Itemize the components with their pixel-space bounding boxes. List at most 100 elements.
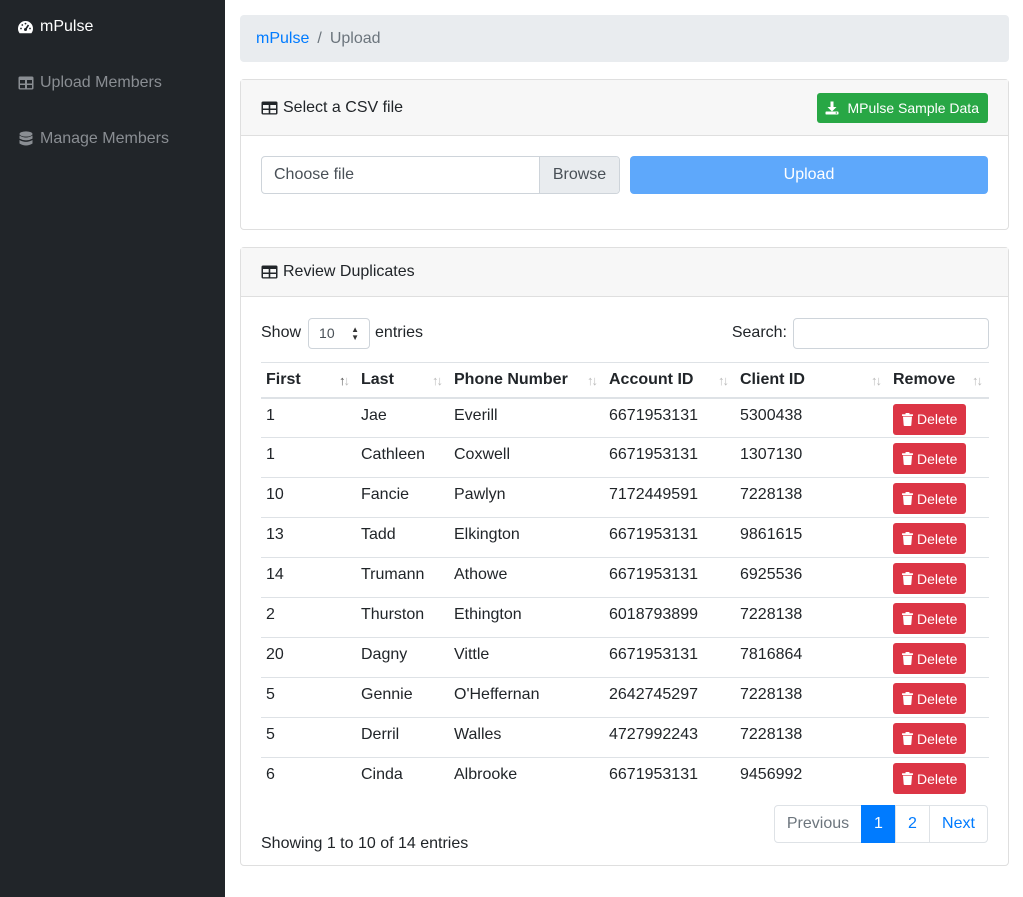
- cell-phone: Walles: [449, 717, 604, 758]
- column-header-last[interactable]: Last ↑↓: [356, 362, 449, 399]
- browse-button[interactable]: Browse: [539, 157, 619, 193]
- table-row: 6 Cinda Albrooke 6671953131 9456992 Delete: [261, 757, 989, 798]
- cell-first: 2: [261, 597, 356, 638]
- cell-first: 20: [261, 637, 356, 678]
- cell-last: Trumann: [356, 557, 449, 598]
- cell-last: Derril: [356, 717, 449, 758]
- delete-button[interactable]: Delete: [893, 523, 967, 554]
- file-input[interactable]: Choose file Browse: [261, 156, 620, 194]
- pagination-page-2[interactable]: 2: [895, 805, 930, 843]
- sidebar-item-upload-members[interactable]: Upload Members: [17, 72, 162, 94]
- sample-data-button[interactable]: MPulse Sample Data: [817, 93, 988, 123]
- cell-phone: Vittle: [449, 637, 604, 678]
- delete-button[interactable]: Delete: [893, 763, 967, 794]
- delete-button[interactable]: Delete: [893, 683, 967, 714]
- upload-button[interactable]: Upload: [630, 156, 988, 194]
- column-header-remove[interactable]: Remove ↑↓: [888, 362, 989, 399]
- pagination-page-1[interactable]: 1: [861, 805, 896, 843]
- brand-label: mPulse: [40, 18, 94, 35]
- delete-button[interactable]: Delete: [893, 483, 967, 514]
- breadcrumb-home-link[interactable]: mPulse: [256, 30, 309, 48]
- cell-last: Tadd: [356, 517, 449, 558]
- sort-icon: ↑↓: [587, 373, 598, 388]
- cell-client-id: 7228138: [735, 597, 888, 638]
- search-input[interactable]: [793, 317, 989, 349]
- upload-card-header: Select a CSV file MPulse Sample Data: [241, 80, 1008, 136]
- duplicates-card: Review Duplicates Show 10 ▲ ▼ entries Sea…: [240, 247, 1009, 866]
- trash-icon: [902, 492, 913, 505]
- delete-button[interactable]: Delete: [893, 723, 967, 754]
- table-row: 5 Gennie O'Heffernan 2642745297 7228138 Delet…: [261, 677, 989, 718]
- column-header-client-id[interactable]: Client ID ↑↓: [735, 362, 888, 399]
- cell-remove: Delete: [888, 757, 989, 798]
- cell-client-id: 9861615: [735, 517, 888, 558]
- column-header-phone[interactable]: Phone Number ↑↓: [449, 362, 604, 399]
- cell-account-id: 6018793899: [604, 597, 735, 638]
- cell-last: Cathleen: [356, 437, 449, 478]
- delete-label: Delete: [917, 490, 958, 507]
- table-row: 5 Derril Walles 4727992243 7228138 Delete: [261, 717, 989, 758]
- upload-card: Select a CSV file MPulse Sample Data Cho…: [240, 79, 1009, 230]
- cell-first: 1: [266, 406, 275, 424]
- main-content: mPulse / Upload Select a CSV file MPulse…: [240, 15, 1009, 866]
- cell-remove: Delete: [888, 477, 989, 518]
- cell-phone: O'Heffernan: [449, 677, 604, 718]
- select-arrows-icon: ▲ ▼: [351, 324, 360, 342]
- cell-remove: Delete: [888, 597, 989, 638]
- cell-client-id: 7228138: [735, 677, 888, 718]
- breadcrumb-current: Upload: [329, 29, 381, 47]
- cell-account-id: 7172449591: [604, 477, 735, 518]
- cell-remove: Delete: [888, 398, 989, 438]
- delete-button[interactable]: Delete: [893, 443, 967, 474]
- cell-phone: Athowe: [449, 557, 604, 598]
- cell-account-id: 6671953131: [604, 437, 735, 478]
- table-row: 20 Dagny Vittle 6671953131 7816864 Delete: [261, 637, 989, 678]
- cell-last: Thurston: [356, 597, 449, 638]
- column-header-first[interactable]: First ↑↓: [261, 362, 356, 399]
- sort-icon: ↑↓: [718, 373, 729, 388]
- cell-account-id: 4727992243: [604, 717, 735, 758]
- cell-phone: Ethington: [449, 597, 604, 638]
- column-header-account-id[interactable]: Account ID ↑↓: [604, 362, 735, 399]
- file-row: Choose file Browse Upload: [261, 156, 989, 194]
- delete-button[interactable]: Delete: [893, 643, 967, 674]
- delete-label: Delete: [917, 411, 958, 427]
- brand-link[interactable]: mPulse: [17, 16, 93, 38]
- table-row: 1 Cathleen Coxwell 6671953131 1307130 Delete: [261, 437, 989, 478]
- delete-label: Delete: [917, 530, 958, 547]
- cell-remove: Delete: [888, 717, 989, 758]
- cell-first: 6: [261, 757, 356, 798]
- breadcrumb-separator: /: [317, 29, 322, 47]
- cell-first: 13: [261, 517, 356, 558]
- entries-label: entries: [375, 324, 424, 341]
- cell-client-id: 6925536: [735, 557, 888, 598]
- upload-card-title: Select a CSV file: [283, 98, 404, 116]
- cell-remove: Delete: [888, 517, 989, 558]
- delete-button[interactable]: Delete: [893, 563, 967, 594]
- pagination-previous[interactable]: Previous: [774, 805, 862, 843]
- search-label: Search:: [731, 324, 787, 341]
- cell-account-id: 6671953131: [604, 557, 735, 598]
- delete-label: Delete: [917, 690, 958, 707]
- sidebar-item-label: Upload Members: [40, 74, 162, 91]
- pagination-next[interactable]: Next: [929, 805, 988, 843]
- delete-label: Delete: [917, 730, 958, 747]
- page-length-select[interactable]: 10 ▲ ▼: [308, 317, 371, 349]
- trash-icon: [902, 692, 913, 705]
- trash-icon: [902, 652, 913, 665]
- trash-icon: [902, 532, 913, 545]
- trash-icon: [902, 452, 913, 465]
- cell-client-id: 7228138: [735, 477, 888, 518]
- file-input-placeholder: Choose file: [274, 166, 355, 183]
- pagination: Previous 1 2 Next: [774, 805, 988, 843]
- sidebar-item-manage-members[interactable]: Manage Members: [17, 128, 169, 150]
- sample-data-label: MPulse Sample Data: [847, 100, 979, 116]
- duplicates-card-title: Review Duplicates: [283, 263, 415, 280]
- delete-button[interactable]: Delete: [893, 603, 967, 634]
- delete-label: Delete: [917, 650, 958, 667]
- cell-last: Gennie: [356, 677, 449, 718]
- delete-button[interactable]: Delete: [893, 403, 967, 435]
- table-row: 2 Thurston Ethington 6018793899 7228138 Delet…: [261, 597, 989, 638]
- table-header-row: First ↑↓ Last ↑↓ Phone Number ↑↓ Account ID…: [261, 362, 989, 399]
- dashboard-icon: [17, 19, 34, 36]
